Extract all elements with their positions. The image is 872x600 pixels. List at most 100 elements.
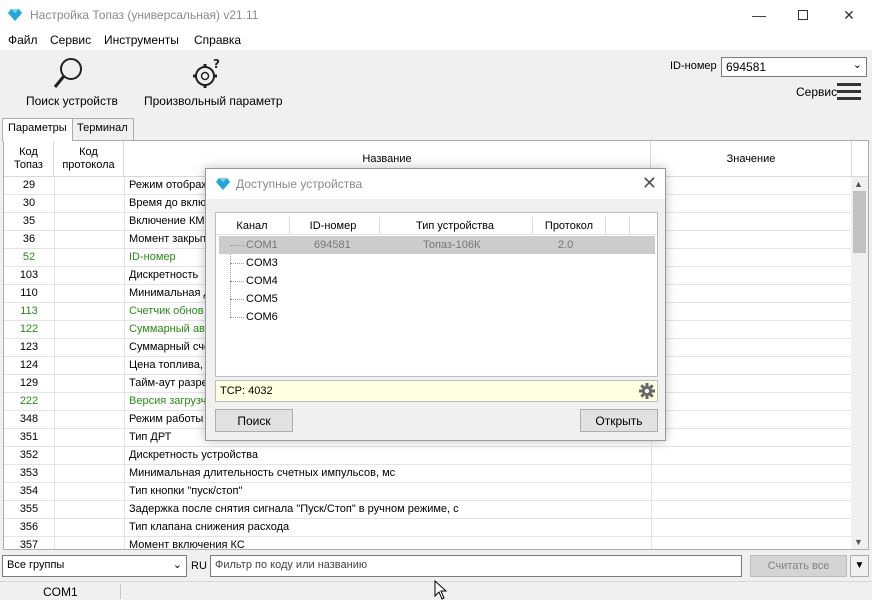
title-bar: Настройка Топаз (универсальная) v21.11 —… <box>0 0 872 30</box>
minimize-icon: — <box>752 7 766 23</box>
row-code: 103 <box>19 269 39 281</box>
groups-select[interactable]: Все группы ⌄ <box>2 555 187 577</box>
filter-input[interactable]: Фильтр по коду или названию <box>210 555 742 577</box>
search-button[interactable]: Поиск <box>215 409 293 432</box>
row-code: 52 <box>22 251 36 263</box>
col-id[interactable]: ID-номер <box>290 220 376 232</box>
col-channel[interactable]: Канал <box>220 220 284 232</box>
id-number-select[interactable]: 694581 ⌄ <box>721 57 867 77</box>
row-code: 129 <box>19 377 39 389</box>
device-channel: COM1 <box>246 239 278 251</box>
read-all-dropdown-icon[interactable]: ▼ <box>850 555 869 577</box>
row-code: 35 <box>22 215 36 227</box>
read-all-button[interactable]: Считать все <box>750 555 847 577</box>
arbitrary-param-label: Произвольный параметр <box>144 94 283 108</box>
table-row[interactable]: 353 Минимальная длительность счетных импу… <box>4 465 854 483</box>
tcp-value: TCP: 4032 <box>220 385 273 397</box>
table-row[interactable]: 354 Тип кнопки "пуск/стоп" <box>4 483 854 501</box>
row-code: 353 <box>19 467 39 479</box>
menu-file[interactable]: Файл <box>8 33 38 47</box>
diamond-icon <box>8 9 22 21</box>
menu-bar: Файл Сервис Инструменты Справка <box>0 30 872 50</box>
diamond-icon <box>216 178 230 190</box>
row-code: 124 <box>19 359 39 371</box>
search-devices-button[interactable]: Поиск устройств <box>26 56 118 108</box>
row-code: 30 <box>22 197 36 209</box>
row-code: 357 <box>19 539 39 550</box>
device-row[interactable]: COM1 694581 Топаз-106К 2.0 <box>219 236 655 254</box>
row-code: 123 <box>19 341 39 353</box>
device-row[interactable]: COM6 <box>216 308 657 326</box>
col-code-topaz[interactable]: Код Топаз <box>4 141 54 177</box>
filter-bar: Все группы ⌄ RU Фильтр по коду или назва… <box>0 553 872 579</box>
row-code: 351 <box>19 431 39 443</box>
tab-terminal[interactable]: Терминал <box>71 118 134 140</box>
available-devices-dialog: Доступные устройства ✕ Канал ID-номер Ти… <box>205 168 666 441</box>
svg-text:?: ? <box>213 57 220 71</box>
row-code: 113 <box>20 305 38 317</box>
gear-icon[interactable] <box>639 383 655 399</box>
device-channel: COM5 <box>246 293 278 305</box>
minimize-button[interactable]: — <box>736 0 782 30</box>
close-icon: ✕ <box>843 6 855 23</box>
row-name: Задержка после снятия сигнала "Пуск/Стоп… <box>129 503 459 515</box>
dialog-close-icon[interactable]: ✕ <box>642 173 657 194</box>
row-name: Тип клапана снижения расхода <box>129 521 290 533</box>
col-value[interactable]: Значение <box>651 141 852 177</box>
service-label: Сервис <box>796 85 838 99</box>
maximize-icon <box>798 10 808 20</box>
row-name: Момент включения КС <box>129 539 245 550</box>
device-row[interactable]: COM3 <box>216 254 657 272</box>
row-code: 356 <box>19 521 39 533</box>
maximize-button[interactable] <box>780 0 826 30</box>
scroll-thumb[interactable] <box>853 191 866 253</box>
device-row[interactable]: COM4 <box>216 272 657 290</box>
close-button[interactable]: ✕ <box>826 0 872 30</box>
id-number-value: 694581 <box>726 60 767 74</box>
menu-help[interactable]: Справка <box>194 33 241 47</box>
device-channel: COM6 <box>246 311 278 323</box>
dialog-title-bar: Доступные устройства ✕ <box>206 169 665 199</box>
open-button[interactable]: Открыть <box>580 409 658 432</box>
col-code-protocol[interactable]: Код протокола <box>54 141 124 177</box>
table-row[interactable]: 356 Тип клапана снижения расхода <box>4 519 854 537</box>
id-number-label: ID-номер <box>670 60 717 72</box>
window-title: Настройка Топаз (универсальная) v21.11 <box>30 8 259 22</box>
arbitrary-param-button[interactable]: ? Произвольный параметр <box>144 56 283 108</box>
row-code: 110 <box>20 287 38 299</box>
vertical-scrollbar[interactable]: ▲ ▼ <box>851 177 868 549</box>
tab-parameters[interactable]: Параметры <box>2 118 73 141</box>
devices-list-header: Канал ID-номер Тип устройства Протокол <box>216 217 657 235</box>
device-id: 694581 <box>314 239 351 251</box>
device-channel: COM4 <box>246 275 278 287</box>
device-row[interactable]: COM5 <box>216 290 657 308</box>
devices-list: Канал ID-номер Тип устройства Протокол C… <box>215 212 658 377</box>
gear-question-icon: ? <box>193 57 220 88</box>
row-name: Минимальная длительность счетных импульс… <box>129 467 396 479</box>
table-row[interactable]: 357 Момент включения КС <box>4 537 854 550</box>
device-type: Топаз-106К <box>423 239 481 251</box>
magnifier-icon <box>53 58 82 88</box>
row-code: 29 <box>22 179 36 191</box>
tcp-field[interactable]: TCP: 4032 <box>215 380 658 402</box>
chevron-down-icon: ⌄ <box>172 559 182 571</box>
row-code: 352 <box>19 449 39 461</box>
table-row[interactable]: 352 Дискретность устройства <box>4 447 854 465</box>
status-port: COM1 <box>43 585 78 599</box>
row-code: 354 <box>19 485 39 497</box>
scroll-down-icon[interactable]: ▼ <box>854 537 863 547</box>
menu-service[interactable]: Сервис <box>50 33 91 47</box>
mouse-cursor-icon <box>434 580 448 600</box>
row-name: Дискретность устройства <box>129 449 259 461</box>
chevron-down-icon: ⌄ <box>852 59 862 71</box>
scroll-up-icon[interactable]: ▲ <box>854 179 863 189</box>
row-code: 122 <box>19 323 39 335</box>
col-protocol[interactable]: Протокол <box>533 220 605 232</box>
table-row[interactable]: 355 Задержка после снятия сигнала "Пуск/С… <box>4 501 854 519</box>
search-devices-label: Поиск устройств <box>26 94 118 108</box>
row-name: Тип кнопки "пуск/стоп" <box>129 485 243 497</box>
col-device-type[interactable]: Тип устройства <box>380 220 530 232</box>
hamburger-menu-icon[interactable] <box>837 83 861 101</box>
menu-tools[interactable]: Инструменты <box>104 33 179 47</box>
row-code: 348 <box>19 413 39 425</box>
